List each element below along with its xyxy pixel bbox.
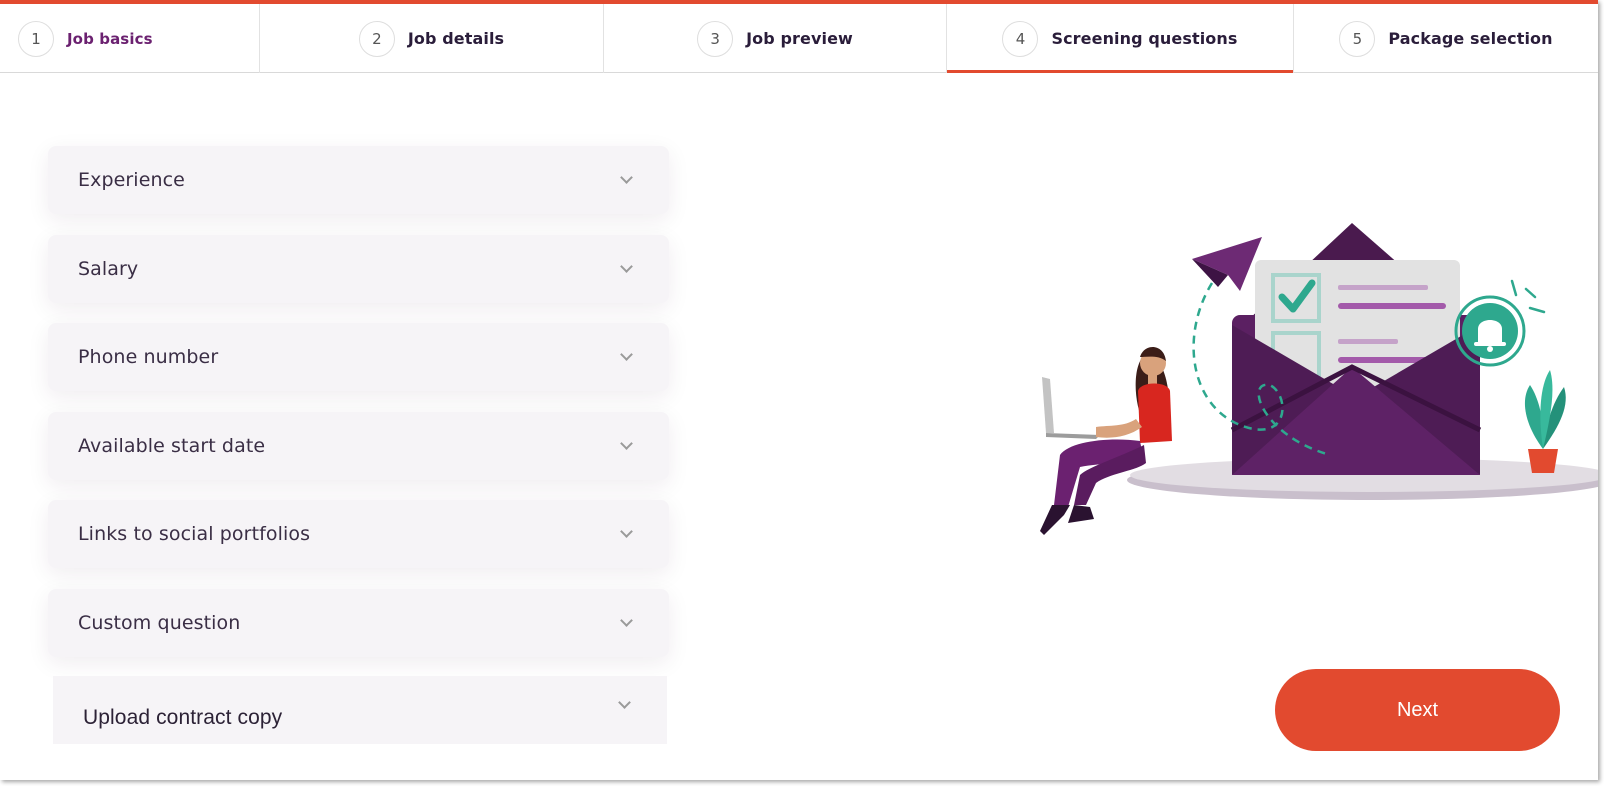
step-package-selection[interactable]: 5 Package selection: [1294, 4, 1598, 73]
chevron-down-icon[interactable]: [620, 260, 633, 273]
question-salary[interactable]: Salary: [48, 235, 669, 303]
step-label: Job preview: [746, 29, 853, 48]
step-job-basics[interactable]: 1 Job basics: [0, 4, 259, 73]
step-label: Package selection: [1388, 29, 1553, 48]
question-social-portfolios[interactable]: Links to social portfolios: [48, 500, 669, 568]
step-number: 5: [1339, 20, 1376, 57]
chevron-down-icon[interactable]: [620, 614, 633, 627]
app-frame: 1 Job basics 2 Job details 3 Job preview…: [0, 0, 1598, 780]
stepper: 1 Job basics 2 Job details 3 Job preview…: [0, 4, 1598, 73]
chevron-down-icon[interactable]: [620, 171, 633, 184]
step-job-preview[interactable]: 3 Job preview: [604, 4, 946, 73]
step-label: Job details: [407, 29, 505, 48]
step-number: 4: [1002, 20, 1039, 57]
step-job-details[interactable]: 2 Job details: [260, 4, 603, 73]
next-button[interactable]: Next: [1275, 669, 1560, 751]
chevron-down-icon[interactable]: [618, 696, 631, 709]
question-label: Available start date: [78, 435, 266, 457]
woman-laptop-envelope-illustration: [1040, 223, 1598, 535]
question-label: Salary: [78, 258, 139, 280]
question-label: Custom question: [78, 612, 241, 634]
question-phone-number[interactable]: Phone number: [48, 323, 669, 391]
step-number: 1: [18, 20, 54, 57]
question-label: Experience: [78, 169, 185, 191]
question-label: Phone number: [78, 346, 219, 368]
question-label: Links to social portfolios: [78, 523, 311, 545]
question-label: Upload contract copy: [83, 706, 283, 729]
question-available-start-date[interactable]: Available start date: [48, 412, 669, 480]
step-label: Screening questions: [1051, 29, 1238, 48]
step-screening-questions[interactable]: 4 Screening questions: [947, 4, 1293, 73]
question-experience[interactable]: Experience: [48, 146, 669, 214]
chevron-down-icon[interactable]: [620, 348, 633, 361]
active-step-indicator: [947, 70, 1293, 73]
question-upload-contract[interactable]: Upload contract copy: [53, 676, 667, 744]
step-label: Job basics: [67, 29, 153, 48]
question-custom[interactable]: Custom question: [48, 589, 669, 657]
chevron-down-icon[interactable]: [620, 437, 633, 450]
step-number: 3: [697, 20, 734, 57]
chevron-down-icon[interactable]: [620, 525, 633, 538]
step-number: 2: [358, 20, 395, 57]
